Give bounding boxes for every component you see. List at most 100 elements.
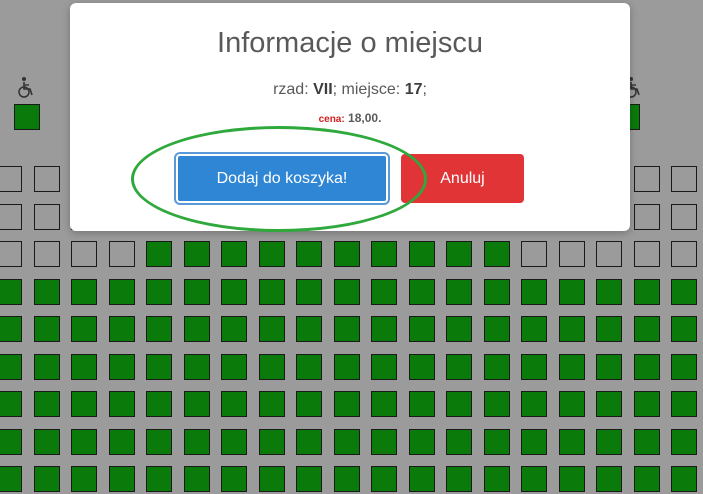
seat[interactable] xyxy=(146,241,172,267)
seat[interactable] xyxy=(0,241,22,267)
seat[interactable] xyxy=(596,279,622,305)
seat[interactable] xyxy=(409,429,435,455)
seat[interactable] xyxy=(221,354,247,380)
seat[interactable] xyxy=(109,466,135,492)
seat[interactable] xyxy=(296,466,322,492)
seat[interactable] xyxy=(109,241,135,267)
seat[interactable] xyxy=(259,279,285,305)
seat[interactable] xyxy=(521,279,547,305)
seat[interactable] xyxy=(671,466,697,492)
seat[interactable] xyxy=(146,429,172,455)
seat[interactable] xyxy=(559,241,585,267)
seat[interactable] xyxy=(484,279,510,305)
seat[interactable] xyxy=(484,391,510,417)
seat[interactable] xyxy=(559,316,585,342)
seat[interactable] xyxy=(221,466,247,492)
seat[interactable] xyxy=(671,241,697,267)
seat[interactable] xyxy=(334,391,360,417)
seat[interactable] xyxy=(184,241,210,267)
seat[interactable] xyxy=(596,429,622,455)
seat[interactable] xyxy=(446,279,472,305)
seat[interactable] xyxy=(559,354,585,380)
seat[interactable] xyxy=(484,241,510,267)
seat[interactable] xyxy=(446,241,472,267)
seat[interactable] xyxy=(371,466,397,492)
seat[interactable] xyxy=(409,354,435,380)
seat[interactable] xyxy=(446,391,472,417)
seat[interactable] xyxy=(596,354,622,380)
seat[interactable] xyxy=(521,354,547,380)
add-to-cart-button[interactable]: Dodaj do koszyka! xyxy=(176,154,388,203)
seat[interactable] xyxy=(34,391,60,417)
seat[interactable] xyxy=(184,429,210,455)
seat[interactable] xyxy=(146,279,172,305)
seat[interactable] xyxy=(484,429,510,455)
seat[interactable] xyxy=(0,354,22,380)
seat[interactable] xyxy=(596,316,622,342)
seat[interactable] xyxy=(634,429,660,455)
seat[interactable] xyxy=(0,466,22,492)
seat[interactable] xyxy=(446,429,472,455)
seat[interactable] xyxy=(409,241,435,267)
seat[interactable] xyxy=(484,354,510,380)
seat[interactable] xyxy=(0,316,22,342)
seat[interactable] xyxy=(634,466,660,492)
seat[interactable] xyxy=(71,391,97,417)
seat[interactable] xyxy=(671,429,697,455)
seat[interactable] xyxy=(221,241,247,267)
seat[interactable] xyxy=(409,466,435,492)
seat[interactable] xyxy=(334,354,360,380)
seat[interactable] xyxy=(34,241,60,267)
cancel-button[interactable]: Anuluj xyxy=(401,154,524,203)
seat[interactable] xyxy=(634,241,660,267)
seat[interactable] xyxy=(334,429,360,455)
seat[interactable] xyxy=(409,279,435,305)
seat[interactable] xyxy=(671,279,697,305)
seat[interactable] xyxy=(146,466,172,492)
seat[interactable] xyxy=(296,391,322,417)
seat[interactable] xyxy=(521,241,547,267)
seat[interactable] xyxy=(521,429,547,455)
seat[interactable] xyxy=(559,429,585,455)
seat[interactable] xyxy=(296,429,322,455)
seat[interactable] xyxy=(409,316,435,342)
seat[interactable] xyxy=(596,466,622,492)
seat[interactable] xyxy=(446,354,472,380)
seat[interactable] xyxy=(296,316,322,342)
seat[interactable] xyxy=(371,354,397,380)
seat[interactable] xyxy=(671,204,697,230)
seat[interactable] xyxy=(71,279,97,305)
seat[interactable] xyxy=(521,316,547,342)
seat[interactable] xyxy=(596,391,622,417)
seat[interactable] xyxy=(34,204,60,230)
seat[interactable] xyxy=(34,166,60,192)
seat[interactable] xyxy=(184,279,210,305)
seat[interactable] xyxy=(596,241,622,267)
seat[interactable] xyxy=(34,466,60,492)
seat[interactable] xyxy=(371,316,397,342)
seat[interactable] xyxy=(109,391,135,417)
seat[interactable] xyxy=(146,316,172,342)
seat[interactable] xyxy=(671,166,697,192)
seat[interactable] xyxy=(109,316,135,342)
seat[interactable] xyxy=(221,429,247,455)
seat[interactable] xyxy=(71,354,97,380)
seat[interactable] xyxy=(634,391,660,417)
seat[interactable] xyxy=(259,391,285,417)
seat[interactable] xyxy=(221,279,247,305)
seat[interactable] xyxy=(634,204,660,230)
seat[interactable] xyxy=(259,429,285,455)
wheelchair-seat-left[interactable] xyxy=(14,104,40,130)
seat[interactable] xyxy=(446,316,472,342)
seat[interactable] xyxy=(109,279,135,305)
seat[interactable] xyxy=(71,241,97,267)
seat[interactable] xyxy=(634,354,660,380)
seat[interactable] xyxy=(334,466,360,492)
seat[interactable] xyxy=(221,316,247,342)
seat[interactable] xyxy=(671,391,697,417)
seat[interactable] xyxy=(521,466,547,492)
seat[interactable] xyxy=(0,429,22,455)
seat[interactable] xyxy=(34,316,60,342)
seat[interactable] xyxy=(559,466,585,492)
seat[interactable] xyxy=(71,316,97,342)
